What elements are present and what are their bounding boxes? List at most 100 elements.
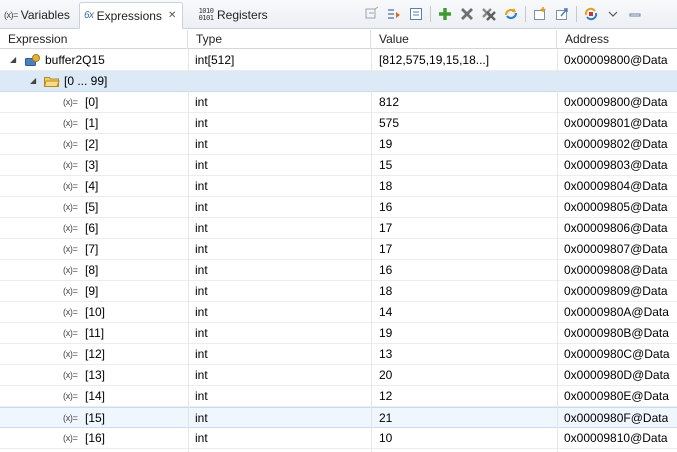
expression-row-root[interactable]: ◢ buffer2Q15 int[512] [812,575,19,15,18.… xyxy=(0,50,677,71)
element-address: 0x00009801@Data xyxy=(564,116,668,130)
element-value[interactable]: 18 xyxy=(379,281,392,301)
column-header-value[interactable]: Value xyxy=(371,30,557,49)
tab-registers[interactable]: 1010 0101 Registers xyxy=(198,2,268,28)
expand-arrow-icon[interactable]: ◢ xyxy=(30,71,40,91)
table-row[interactable]: (x)= [1] int 575 0x00009801@Data xyxy=(0,113,677,134)
table-row[interactable]: (x)= [6] int 17 0x00009806@Data xyxy=(0,218,677,239)
table-row[interactable]: (x)= [7] int 17 0x00009807@Data xyxy=(0,239,677,260)
show-type-names-icon[interactable] xyxy=(383,4,405,24)
table-row[interactable]: (x)= [3] int 15 0x00009803@Data xyxy=(0,155,677,176)
toolbar-separator xyxy=(430,6,431,22)
view-menu-icon[interactable] xyxy=(602,4,624,24)
table-row[interactable]: (x)= [10] int 14 0x0000980A@Data xyxy=(0,302,677,323)
variable-icon: (x)= xyxy=(63,349,78,359)
table-row[interactable]: (x)= [2] int 19 0x00009802@Data xyxy=(0,134,677,155)
element-value[interactable]: 10 xyxy=(379,428,392,448)
registers-icon: 1010 0101 xyxy=(198,7,214,22)
array-range-row[interactable]: ◢ [0 ... 99] xyxy=(0,71,677,92)
element-type: int xyxy=(195,411,208,425)
variable-icon: (x)= xyxy=(63,244,78,254)
element-value[interactable]: 21 xyxy=(379,408,392,428)
table-row[interactable]: (x)= [16] int 10 0x00009810@Data xyxy=(0,428,677,449)
variable-icon: (x)= xyxy=(63,139,78,149)
element-value[interactable]: 575 xyxy=(379,113,399,133)
element-value[interactable]: 812 xyxy=(379,92,399,112)
element-address: 0x00009805@Data xyxy=(564,200,668,214)
remove-all-icon[interactable] xyxy=(478,4,500,24)
element-name: [13] xyxy=(85,368,106,382)
table-row[interactable]: (x)= [12] int 13 0x0000980C@Data xyxy=(0,344,677,365)
tab-registers-label: Registers xyxy=(217,8,268,22)
element-name: [9] xyxy=(85,284,99,298)
element-name: [5] xyxy=(85,200,99,214)
element-name: [0] xyxy=(85,95,99,109)
element-value[interactable]: 17 xyxy=(379,239,392,259)
element-address: 0x0000980B@Data xyxy=(564,326,669,340)
column-header-row: Expression Type Value Address xyxy=(0,30,677,49)
column-header-type[interactable]: Type xyxy=(188,30,371,49)
remove-icon[interactable] xyxy=(456,4,478,24)
element-name: [16] xyxy=(85,431,106,445)
refresh-icon[interactable] xyxy=(500,4,522,24)
variable-icon: (x)= xyxy=(63,286,78,296)
table-row[interactable]: (x)= [11] int 19 0x0000980B@Data xyxy=(0,323,677,344)
element-value[interactable]: 16 xyxy=(379,197,392,217)
expand-arrow-icon[interactable]: ◢ xyxy=(10,50,20,70)
element-address: 0x00009800@Data xyxy=(564,95,668,109)
element-type: int xyxy=(195,347,208,361)
element-name: [14] xyxy=(85,389,106,403)
tab-variables-label: Variables xyxy=(20,8,70,22)
element-name: [1] xyxy=(85,116,99,130)
expression-value[interactable]: [812,575,19,15,18...] xyxy=(379,50,489,70)
element-address: 0x00009804@Data xyxy=(564,179,668,193)
export-icon[interactable] xyxy=(551,4,573,24)
tab-expressions[interactable]: 6x Expressions ✕ xyxy=(79,2,184,29)
variable-icon: (x)= xyxy=(63,413,78,423)
table-row[interactable]: (x)= [9] int 18 0x00009809@Data xyxy=(0,281,677,302)
variable-icon: (x)= xyxy=(63,433,78,443)
element-name: [10] xyxy=(85,305,106,319)
element-value[interactable]: 16 xyxy=(379,260,392,280)
element-type: int xyxy=(195,179,208,193)
element-value[interactable]: 15 xyxy=(379,155,392,175)
collapse-icon[interactable] xyxy=(405,4,427,24)
element-name: [11] xyxy=(85,326,105,340)
element-address: 0x00009806@Data xyxy=(564,221,668,235)
element-value[interactable]: 12 xyxy=(379,386,392,406)
table-row[interactable]: (x)= [5] int 16 0x00009805@Data xyxy=(0,197,677,218)
table-row[interactable]: (x)= [0] int 812 0x00009800@Data xyxy=(0,92,677,113)
element-address: 0x0000980A@Data xyxy=(564,305,669,319)
element-value[interactable]: 19 xyxy=(379,134,392,154)
collapse-all-icon[interactable] xyxy=(361,4,383,24)
variable-icon: (x)= xyxy=(63,307,78,317)
element-address: 0x00009809@Data xyxy=(564,284,668,298)
table-row[interactable]: (x)= [8] int 16 0x00009808@Data xyxy=(0,260,677,281)
column-divider xyxy=(371,49,372,452)
table-row[interactable]: (x)= [14] int 12 0x0000980E@Data xyxy=(0,386,677,407)
element-type: int xyxy=(195,326,208,340)
table-row[interactable]: (x)= [13] int 20 0x0000980D@Data xyxy=(0,365,677,386)
column-header-address[interactable]: Address xyxy=(557,30,677,49)
table-row[interactable]: (x)= [4] int 18 0x00009804@Data xyxy=(0,176,677,197)
variable-icon: (x)= xyxy=(63,370,78,380)
element-name: [7] xyxy=(85,242,99,256)
element-value[interactable]: 13 xyxy=(379,344,392,364)
minimize-icon[interactable] xyxy=(624,4,646,24)
new-view-icon[interactable] xyxy=(529,4,551,24)
element-type: int xyxy=(195,305,208,319)
element-type: int xyxy=(195,221,208,235)
element-value[interactable]: 14 xyxy=(379,302,392,322)
element-value[interactable]: 18 xyxy=(379,176,392,196)
pin-icon[interactable] xyxy=(580,4,602,24)
table-row[interactable]: (x)= [15] int 21 0x0000980F@Data xyxy=(0,407,677,428)
column-header-expression[interactable]: Expression xyxy=(0,30,188,49)
variable-icon: (x)= xyxy=(63,160,78,170)
add-expression-icon[interactable] xyxy=(434,4,456,24)
tab-variables[interactable]: (x)= Variables xyxy=(4,2,70,28)
element-value[interactable]: 20 xyxy=(379,365,392,385)
element-value[interactable]: 17 xyxy=(379,218,392,238)
element-value[interactable]: 19 xyxy=(379,323,392,343)
close-tab-icon[interactable]: ✕ xyxy=(168,10,176,21)
column-divider xyxy=(188,49,189,452)
element-type: int xyxy=(195,368,208,382)
